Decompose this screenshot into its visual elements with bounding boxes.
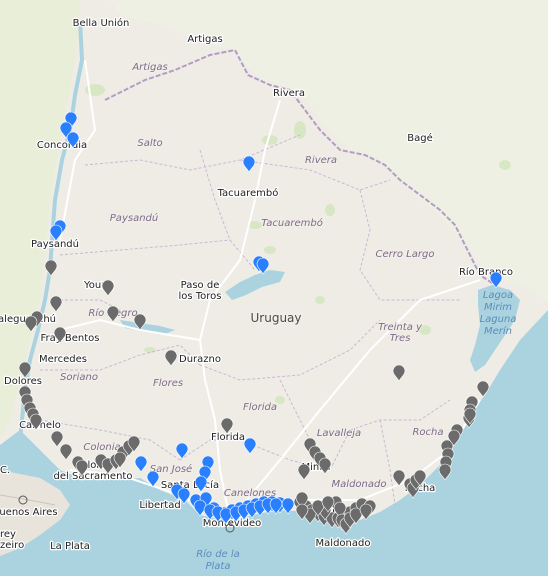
city-label-maldonado: Maldonado (316, 538, 371, 549)
department-label-rivera: Rivera (305, 155, 337, 166)
city-label-bella-union: Bella Unión (73, 17, 130, 29)
map-view[interactable]: Artigas Salto Rivera Paysandú Tacuarembó Cerr… (0, 0, 548, 576)
city-label-durazno: Durazno (179, 354, 221, 365)
city-label-la-plata: La Plata (50, 541, 90, 552)
city-label-tacuarembo: Tacuarembó (217, 187, 279, 199)
department-label-florida: Florida (243, 402, 277, 413)
city-label-florida: Florida (211, 432, 245, 443)
city-label-santa-lucia: Santa Lucía (161, 479, 219, 491)
city-label-mercedes: Mercedes (39, 354, 87, 365)
department-label-soriano: Soriano (60, 372, 98, 383)
department-label-lavalleja: Lavalleja (317, 428, 361, 439)
country-label: Uruguay (251, 311, 302, 325)
city-label-fray-bentos: Fray Bentos (41, 333, 100, 344)
city-label-concordia: Concordia (37, 140, 87, 151)
city-label-libertad: Libertad (139, 500, 180, 511)
department-label-cerro-largo: Cerro Largo (376, 249, 435, 260)
department-label-maldonado: Maldonado (332, 479, 387, 490)
department-label-artigas: Artigas (131, 62, 167, 73)
city-label-rio-branco: Río Branco (459, 266, 513, 278)
department-label-salto: Salto (137, 138, 162, 149)
city-label-paso-de-los-toros: Paso de los Toros (178, 280, 221, 302)
department-label-paysandu: Paysandú (110, 212, 158, 224)
partial-label-c-label: C. (0, 465, 10, 476)
city-label-artigas: Artigas (187, 34, 222, 45)
department-label-flores: Flores (153, 378, 183, 389)
city-label-rivera: Rivera (273, 88, 305, 99)
map-canvas[interactable]: Artigas Salto Rivera Paysandú Tacuarembó Cerr… (0, 0, 548, 576)
department-label-colonia: Colonia (83, 442, 120, 453)
city-label-buenos-aires: Buenos Aires (0, 507, 58, 518)
water-label-laguna-merin: Lagoa Mirim Laguna Merín (480, 290, 517, 337)
city-label-bage: Bagé (407, 132, 433, 144)
department-label-rocha: Rocha (412, 427, 443, 438)
department-label-tacuarembo: Tacuarembó (261, 217, 323, 229)
city-label-dolores: Dolores (4, 376, 42, 387)
